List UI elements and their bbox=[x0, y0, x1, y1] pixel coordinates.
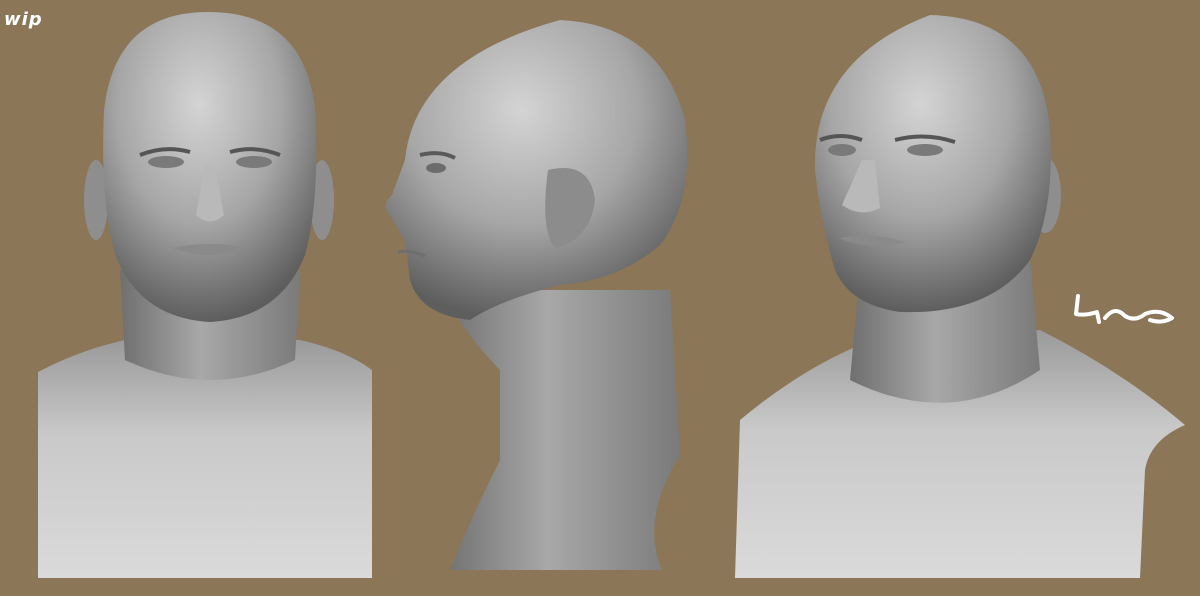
canvas: wip bbox=[0, 0, 1200, 596]
profile-bust bbox=[385, 20, 688, 570]
sculpt-views bbox=[38, 12, 1185, 578]
signature-icon bbox=[1074, 294, 1174, 324]
front-bust bbox=[38, 12, 372, 578]
three-quarter-bust bbox=[735, 15, 1185, 578]
